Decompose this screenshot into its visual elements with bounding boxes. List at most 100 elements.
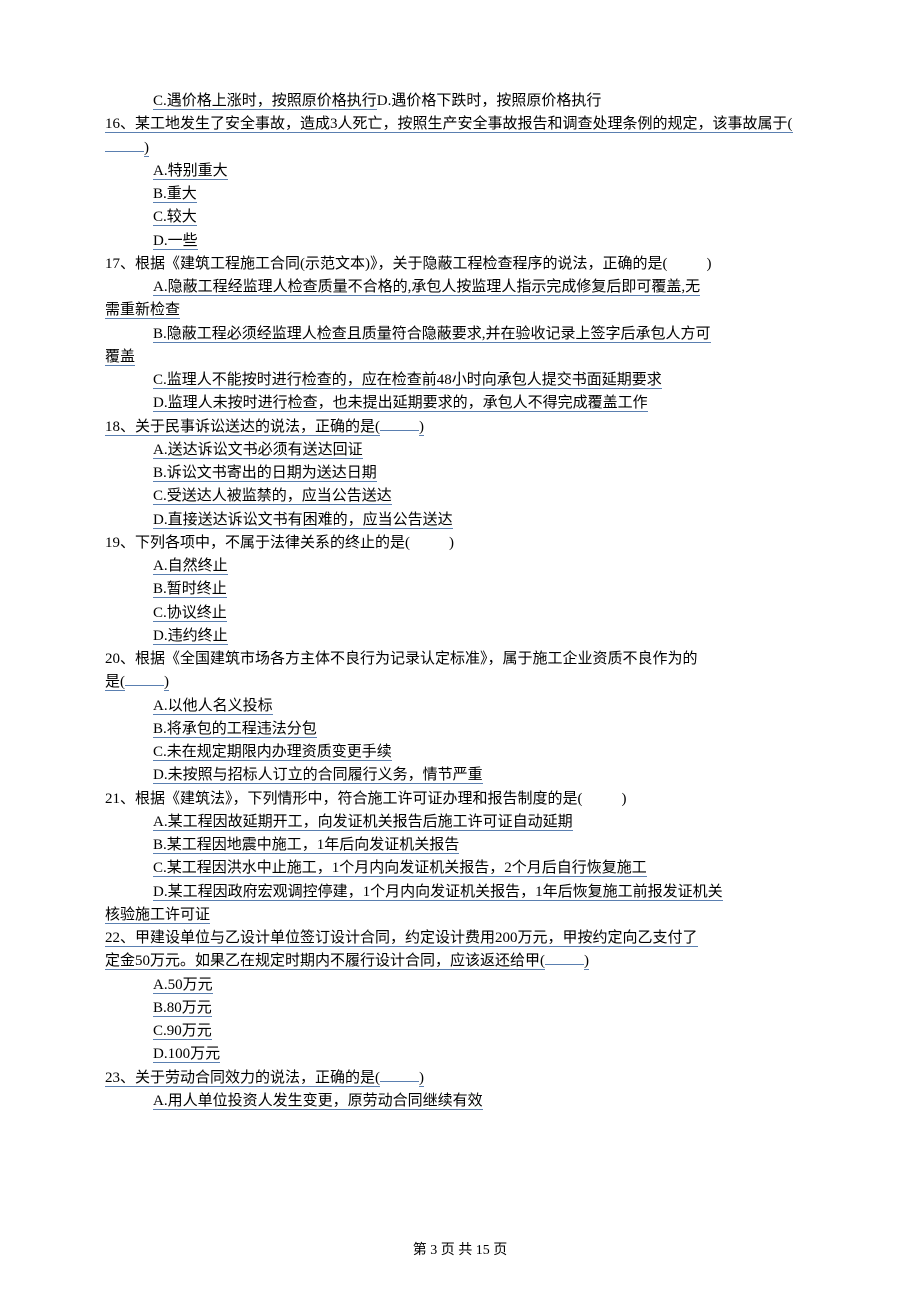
- q23-a-text: A.用人单位投资人发生变更，原劳动合同继续有效: [153, 1093, 483, 1110]
- q22-opt-a: A.50万元: [105, 974, 815, 997]
- q21-opt-d2: 核验施工许可证: [105, 904, 815, 927]
- q20-b-text: B.将承包的工程违法分包: [153, 721, 317, 738]
- q21-d2-text: 核验施工许可证: [105, 907, 210, 924]
- q16-stem: 16、某工地发生了安全事故，造成3人死亡，按照生产安全事故报告和调查处理条例的规…: [105, 113, 815, 160]
- q22-opt-b: B.80万元: [105, 997, 815, 1020]
- q15-opt-d: D.遇价格下跌时，按照原价格执行: [377, 93, 602, 109]
- q20-stem1-text: 20、根据《全国建筑市场各方主体不良行为记录认定标准》，属于施工企业资质不良作为…: [105, 651, 698, 667]
- q17-opt-c: C.监理人不能按时进行检查的，应在检查前48小时向承包人提交书面延期要求: [105, 369, 815, 392]
- q22-stem2-b: ): [584, 953, 589, 970]
- q18-d-text: D.直接送达诉讼文书有困难的，应当公告送达: [153, 512, 453, 529]
- q16-stem-text: 16、某工地发生了安全事故，造成3人死亡，按照生产安全事故报告和调查处理条例的规…: [105, 116, 793, 133]
- q20-stem2-a: 是(: [105, 674, 125, 691]
- q17-opt-d: D.监理人未按时进行检查，也未提出延期要求的，承包人不得完成覆盖工作: [105, 392, 815, 415]
- q17-d-text: D.监理人未按时进行检查，也未提出延期要求的，承包人不得完成覆盖工作: [153, 395, 648, 412]
- q18-c-text: C.受送达人被监禁的，应当公告送达: [153, 488, 392, 505]
- q17-b1-text: B.隐蔽工程必须经监理人检查且质量符合隐蔽要求,并在验收记录上签字后承包人方可: [153, 326, 711, 343]
- q15-option-cd: C.遇价格上涨时，按照原价格执行D.遇价格下跌时，按照原价格执行: [105, 90, 815, 113]
- q21-b-text: B.某工程因地震中施工，1年后向发证机关报告: [153, 837, 459, 854]
- q22-stem1: 22、甲建设单位与乙设计单位签订设计合同，约定设计费用200万元，甲按约定向乙支…: [105, 927, 815, 950]
- q20-c-text: C.未在规定期限内办理资质变更手续: [153, 744, 392, 761]
- q20-opt-b: B.将承包的工程违法分包: [105, 718, 815, 741]
- q18-blank: [380, 430, 419, 431]
- q18-stem-b: ): [419, 419, 424, 436]
- q22-stem1-text: 22、甲建设单位与乙设计单位签订设计合同，约定设计费用200万元，甲按约定向乙支…: [105, 930, 698, 947]
- q16-blank: [105, 151, 144, 152]
- q20-d-text: D.未按照与招标人订立的合同履行义务，情节严重: [153, 767, 483, 784]
- q15-opt-c: C.遇价格上涨时，按照原价格执行: [153, 93, 377, 110]
- q16-d-text: D.一些: [153, 233, 198, 250]
- q18-opt-d: D.直接送达诉讼文书有困难的，应当公告送达: [105, 509, 815, 532]
- q19-opt-b: B.暂时终止: [105, 578, 815, 601]
- q23-blank: [380, 1081, 419, 1082]
- q21-a-text: A.某工程因故延期开工，向发证机关报告后施工许可证自动延期: [153, 814, 573, 831]
- q19-b-text: B.暂时终止: [153, 581, 227, 598]
- page-footer: 第 3 页 共 15 页: [0, 1240, 920, 1262]
- q19-a-text: A.自然终止: [153, 558, 228, 575]
- q16-a-text: A.特别重大: [153, 163, 228, 180]
- q18-opt-c: C.受送达人被监禁的，应当公告送达: [105, 485, 815, 508]
- q22-blank: [545, 964, 584, 965]
- q16-b-text: B.重大: [153, 186, 197, 203]
- q21-stem-b: ): [622, 791, 627, 807]
- q18-a-text: A.送达诉讼文书必须有送达回证: [153, 442, 363, 459]
- q16-opt-c: C.较大: [105, 206, 815, 229]
- q22-d-text: D.100万元: [153, 1046, 220, 1063]
- q16-opt-d: D.一些: [105, 230, 815, 253]
- q20-a-text: A.以他人名义投标: [153, 698, 273, 715]
- q20-blank: [125, 685, 164, 686]
- q19-d-text: D.违约终止: [153, 628, 228, 645]
- q16-c-text: C.较大: [153, 209, 197, 226]
- q20-opt-d: D.未按照与招标人订立的合同履行义务，情节严重: [105, 764, 815, 787]
- q16-stem-end: ): [144, 140, 149, 157]
- q21-opt-a: A.某工程因故延期开工，向发证机关报告后施工许可证自动延期: [105, 811, 815, 834]
- q23-stem-a: 23、关于劳动合同效力的说法，正确的是(: [105, 1070, 380, 1087]
- q20-stem2: 是(): [105, 671, 815, 694]
- q19-opt-c: C.协议终止: [105, 602, 815, 625]
- q17-a1-text: A.隐蔽工程经监理人检查质量不合格的,承包人按监理人指示完成修复后即可覆盖,无: [153, 279, 700, 296]
- q22-c-text: C.90万元: [153, 1023, 212, 1040]
- q21-stem: 21、根据《建筑法》，下列情形中，符合施工许可证办理和报告制度的是(): [105, 788, 815, 811]
- q21-stem-a: 21、根据《建筑法》，下列情形中，符合施工许可证办理和报告制度的是(: [105, 791, 583, 807]
- q19-stem-a: 19、下列各项中，不属于法律关系的终止的是(: [105, 535, 410, 551]
- q18-opt-a: A.送达诉讼文书必须有送达回证: [105, 439, 815, 462]
- q17-b2-text: 覆盖: [105, 349, 135, 366]
- q21-d1-text: D.某工程因政府宏观调控停建，1个月内向发证机关报告，1年后恢复施工前报发证机关: [153, 884, 723, 901]
- q23-opt-a: A.用人单位投资人发生变更，原劳动合同继续有效: [105, 1090, 815, 1113]
- q17-stem-b: ): [707, 256, 712, 272]
- q22-stem2: 定金50万元。如果乙在规定时期内不履行设计合同，应该返还给甲(): [105, 950, 815, 973]
- q19-opt-a: A.自然终止: [105, 555, 815, 578]
- q18-opt-b: B.诉讼文书寄出的日期为送达日期: [105, 462, 815, 485]
- q17-a2-text: 需重新检查: [105, 302, 180, 319]
- q19-c-text: C.协议终止: [153, 605, 227, 622]
- q22-b-text: B.80万元: [153, 1000, 212, 1017]
- q22-stem2-a: 定金50万元。如果乙在规定时期内不履行设计合同，应该返还给甲(: [105, 953, 545, 970]
- q21-opt-d1: D.某工程因政府宏观调控停建，1个月内向发证机关报告，1年后恢复施工前报发证机关: [105, 881, 815, 904]
- q23-stem-b: ): [419, 1070, 424, 1087]
- q17-stem: 17、根据《建筑工程施工合同(示范文本)》，关于隐蔽工程检查程序的说法，正确的是…: [105, 253, 815, 276]
- q20-opt-a: A.以他人名义投标: [105, 695, 815, 718]
- q23-stem: 23、关于劳动合同效力的说法，正确的是(): [105, 1067, 815, 1090]
- q17-opt-a1: A.隐蔽工程经监理人检查质量不合格的,承包人按监理人指示完成修复后即可覆盖,无: [105, 276, 815, 299]
- q19-stem: 19、下列各项中，不属于法律关系的终止的是(): [105, 532, 815, 555]
- q18-b-text: B.诉讼文书寄出的日期为送达日期: [153, 465, 377, 482]
- document-page: C.遇价格上涨时，按照原价格执行D.遇价格下跌时，按照原价格执行 16、某工地发…: [0, 0, 920, 1302]
- q21-opt-b: B.某工程因地震中施工，1年后向发证机关报告: [105, 834, 815, 857]
- q17-c-text: C.监理人不能按时进行检查的，应在检查前48小时向承包人提交书面延期要求: [153, 372, 662, 389]
- q19-opt-d: D.违约终止: [105, 625, 815, 648]
- q22-opt-c: C.90万元: [105, 1020, 815, 1043]
- q17-stem-a: 17、根据《建筑工程施工合同(示范文本)》，关于隐蔽工程检查程序的说法，正确的是…: [105, 256, 668, 272]
- q22-opt-d: D.100万元: [105, 1043, 815, 1066]
- q21-opt-c: C.某工程因洪水中止施工，1个月内向发证机关报告，2个月后自行恢复施工: [105, 857, 815, 880]
- q18-stem-a: 18、关于民事诉讼送达的说法，正确的是(: [105, 419, 380, 436]
- q20-stem2-b: ): [164, 674, 169, 691]
- q17-opt-a2: 需重新检查: [105, 299, 815, 322]
- q17-opt-b2: 覆盖: [105, 346, 815, 369]
- q19-stem-b: ): [449, 535, 454, 551]
- q16-opt-b: B.重大: [105, 183, 815, 206]
- q20-opt-c: C.未在规定期限内办理资质变更手续: [105, 741, 815, 764]
- q22-a-text: A.50万元: [153, 977, 213, 994]
- q20-stem1: 20、根据《全国建筑市场各方主体不良行为记录认定标准》，属于施工企业资质不良作为…: [105, 648, 815, 671]
- q18-stem: 18、关于民事诉讼送达的说法，正确的是(): [105, 416, 815, 439]
- q21-c-text: C.某工程因洪水中止施工，1个月内向发证机关报告，2个月后自行恢复施工: [153, 860, 647, 877]
